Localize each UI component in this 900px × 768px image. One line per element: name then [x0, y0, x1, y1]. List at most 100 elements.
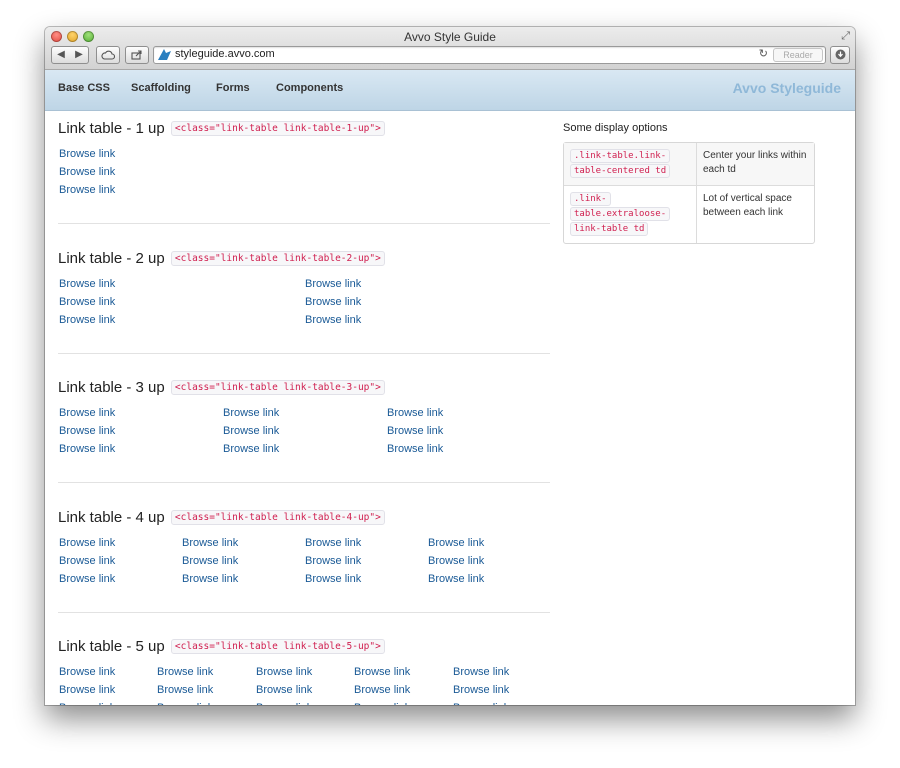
section-title: Link table - 3 up <class="link-table lin… — [58, 379, 385, 396]
window-title: Avvo Style Guide — [404, 30, 496, 44]
browse-link[interactable]: Browse link — [223, 407, 279, 419]
browse-link[interactable]: Browse link — [428, 555, 484, 567]
share-button[interactable] — [125, 46, 149, 64]
browse-link[interactable]: Browse link — [453, 702, 509, 705]
browse-link[interactable]: Browse link — [305, 555, 361, 567]
class-code-tag: <class="link-table link-table-1-up"> — [170, 120, 385, 136]
section-title-text: Link table - 3 up — [58, 379, 165, 396]
browse-link[interactable]: Browse link — [59, 148, 115, 160]
browse-link[interactable]: Browse link — [59, 425, 115, 437]
browse-link[interactable]: Browse link — [182, 537, 238, 549]
forward-arrow-icon: ▶ — [75, 49, 83, 60]
browse-link[interactable]: Browse link — [59, 166, 115, 178]
browse-link[interactable]: Browse link — [223, 443, 279, 455]
browse-link[interactable]: Browse link — [157, 702, 213, 705]
section-divider — [58, 223, 550, 224]
browse-link[interactable]: Browse link — [223, 425, 279, 437]
browse-link[interactable]: Browse link — [59, 443, 115, 455]
browse-link[interactable]: Browse link — [387, 407, 443, 419]
browse-link[interactable]: Browse link — [157, 666, 213, 678]
option-class-cell: .link-table.link-table-centered td — [564, 143, 697, 186]
section-title-text: Link table - 2 up — [58, 250, 165, 267]
browse-link[interactable]: Browse link — [305, 278, 361, 290]
section-divider — [58, 482, 550, 483]
back-button[interactable]: ◀ — [51, 46, 71, 64]
browser-chrome: Avvo Style Guide ⤢ ◀ ▶ styleguide.avvo.c… — [45, 27, 855, 70]
browse-link[interactable]: Browse link — [305, 314, 361, 326]
browse-link[interactable]: Browse link — [59, 555, 115, 567]
avvo-favicon-icon — [158, 49, 171, 60]
browse-link[interactable]: Browse link — [59, 573, 115, 585]
option-description-cell: Center your links within each td — [697, 143, 814, 186]
site-navbar: Base CSS Scaffolding Forms Components Av… — [45, 70, 855, 111]
download-icon — [835, 49, 845, 60]
address-bar[interactable]: styleguide.avvo.com ↻ Reader — [153, 46, 826, 64]
browse-link[interactable]: Browse link — [59, 407, 115, 419]
fullscreen-icon[interactable]: ⤢ — [841, 30, 850, 43]
display-options-table: .link-table.link-table-centered td Cente… — [563, 142, 815, 244]
browse-link[interactable]: Browse link — [428, 573, 484, 585]
icloud-tabs-button[interactable] — [96, 46, 120, 64]
browse-link[interactable]: Browse link — [59, 296, 115, 308]
section-title: Link table - 4 up <class="link-table lin… — [58, 509, 385, 526]
browse-link[interactable]: Browse link — [428, 537, 484, 549]
table-row: .link-table.extraloose-link-table td Lot… — [564, 186, 814, 243]
section-title: Link table - 2 up <class="link-table lin… — [58, 250, 385, 267]
section-divider — [58, 353, 550, 354]
browse-link[interactable]: Browse link — [354, 684, 410, 696]
section-divider — [58, 612, 550, 613]
browse-link[interactable]: Browse link — [453, 666, 509, 678]
nav-item-components[interactable]: Components — [276, 82, 343, 94]
browse-link[interactable]: Browse link — [182, 555, 238, 567]
browse-link[interactable]: Browse link — [305, 296, 361, 308]
sidebar-title: Some display options — [563, 122, 668, 134]
share-icon — [131, 50, 142, 60]
browse-link[interactable]: Browse link — [387, 425, 443, 437]
class-code-tag: <class="link-table link-table-2-up"> — [170, 250, 385, 266]
browse-link[interactable]: Browse link — [387, 443, 443, 455]
main-content: Link table - 1 up <class="link-table lin… — [45, 111, 855, 705]
browse-link[interactable]: Browse link — [256, 702, 312, 705]
browse-link[interactable]: Browse link — [157, 684, 213, 696]
option-class-cell: .link-table.extraloose-link-table td — [564, 186, 697, 243]
browse-link[interactable]: Browse link — [59, 702, 115, 705]
browse-link[interactable]: Browse link — [59, 684, 115, 696]
nav-item-forms[interactable]: Forms — [216, 82, 250, 94]
class-code-tag: <class="link-table link-table-4-up"> — [170, 509, 385, 525]
forward-button[interactable]: ▶ — [70, 46, 89, 64]
url-text: styleguide.avvo.com — [175, 48, 275, 60]
browse-link[interactable]: Browse link — [256, 666, 312, 678]
section-title: Link table - 5 up <class="link-table lin… — [58, 638, 385, 655]
option-class-code: .link-table.extraloose-link-table td — [570, 192, 671, 236]
class-code-tag: <class="link-table link-table-3-up"> — [170, 379, 385, 395]
back-arrow-icon: ◀ — [57, 49, 65, 60]
browse-link[interactable]: Browse link — [354, 666, 410, 678]
browse-link[interactable]: Browse link — [59, 314, 115, 326]
class-code-tag: <class="link-table link-table-5-up"> — [170, 638, 385, 654]
browse-link[interactable]: Browse link — [354, 702, 410, 705]
browser-window: Avvo Style Guide ⤢ ◀ ▶ styleguide.avvo.c… — [45, 27, 855, 705]
table-row: .link-table.link-table-centered td Cente… — [564, 143, 814, 186]
option-class-code: .link-table.link-table-centered td — [570, 149, 671, 178]
downloads-button[interactable] — [830, 46, 850, 64]
browse-link[interactable]: Browse link — [182, 573, 238, 585]
browse-link[interactable]: Browse link — [305, 537, 361, 549]
section-title-text: Link table - 5 up — [58, 638, 165, 655]
browse-link[interactable]: Browse link — [59, 537, 115, 549]
reader-button[interactable]: Reader — [773, 48, 823, 62]
nav-item-base-css[interactable]: Base CSS — [58, 82, 110, 94]
browse-link[interactable]: Browse link — [59, 184, 115, 196]
nav-item-scaffolding[interactable]: Scaffolding — [131, 82, 191, 94]
option-description-cell: Lot of vertical space between each link — [703, 193, 792, 218]
browse-link[interactable]: Browse link — [59, 666, 115, 678]
browse-link[interactable]: Browse link — [256, 684, 312, 696]
browse-link[interactable]: Browse link — [305, 573, 361, 585]
section-title: Link table - 1 up <class="link-table lin… — [58, 120, 385, 137]
cloud-icon — [101, 50, 116, 60]
section-title-text: Link table - 1 up — [58, 120, 165, 137]
section-title-text: Link table - 4 up — [58, 509, 165, 526]
brand-logo[interactable]: Avvo Styleguide — [733, 80, 841, 96]
browse-link[interactable]: Browse link — [453, 684, 509, 696]
browse-link[interactable]: Browse link — [59, 278, 115, 290]
reload-icon[interactable]: ↻ — [759, 47, 768, 60]
